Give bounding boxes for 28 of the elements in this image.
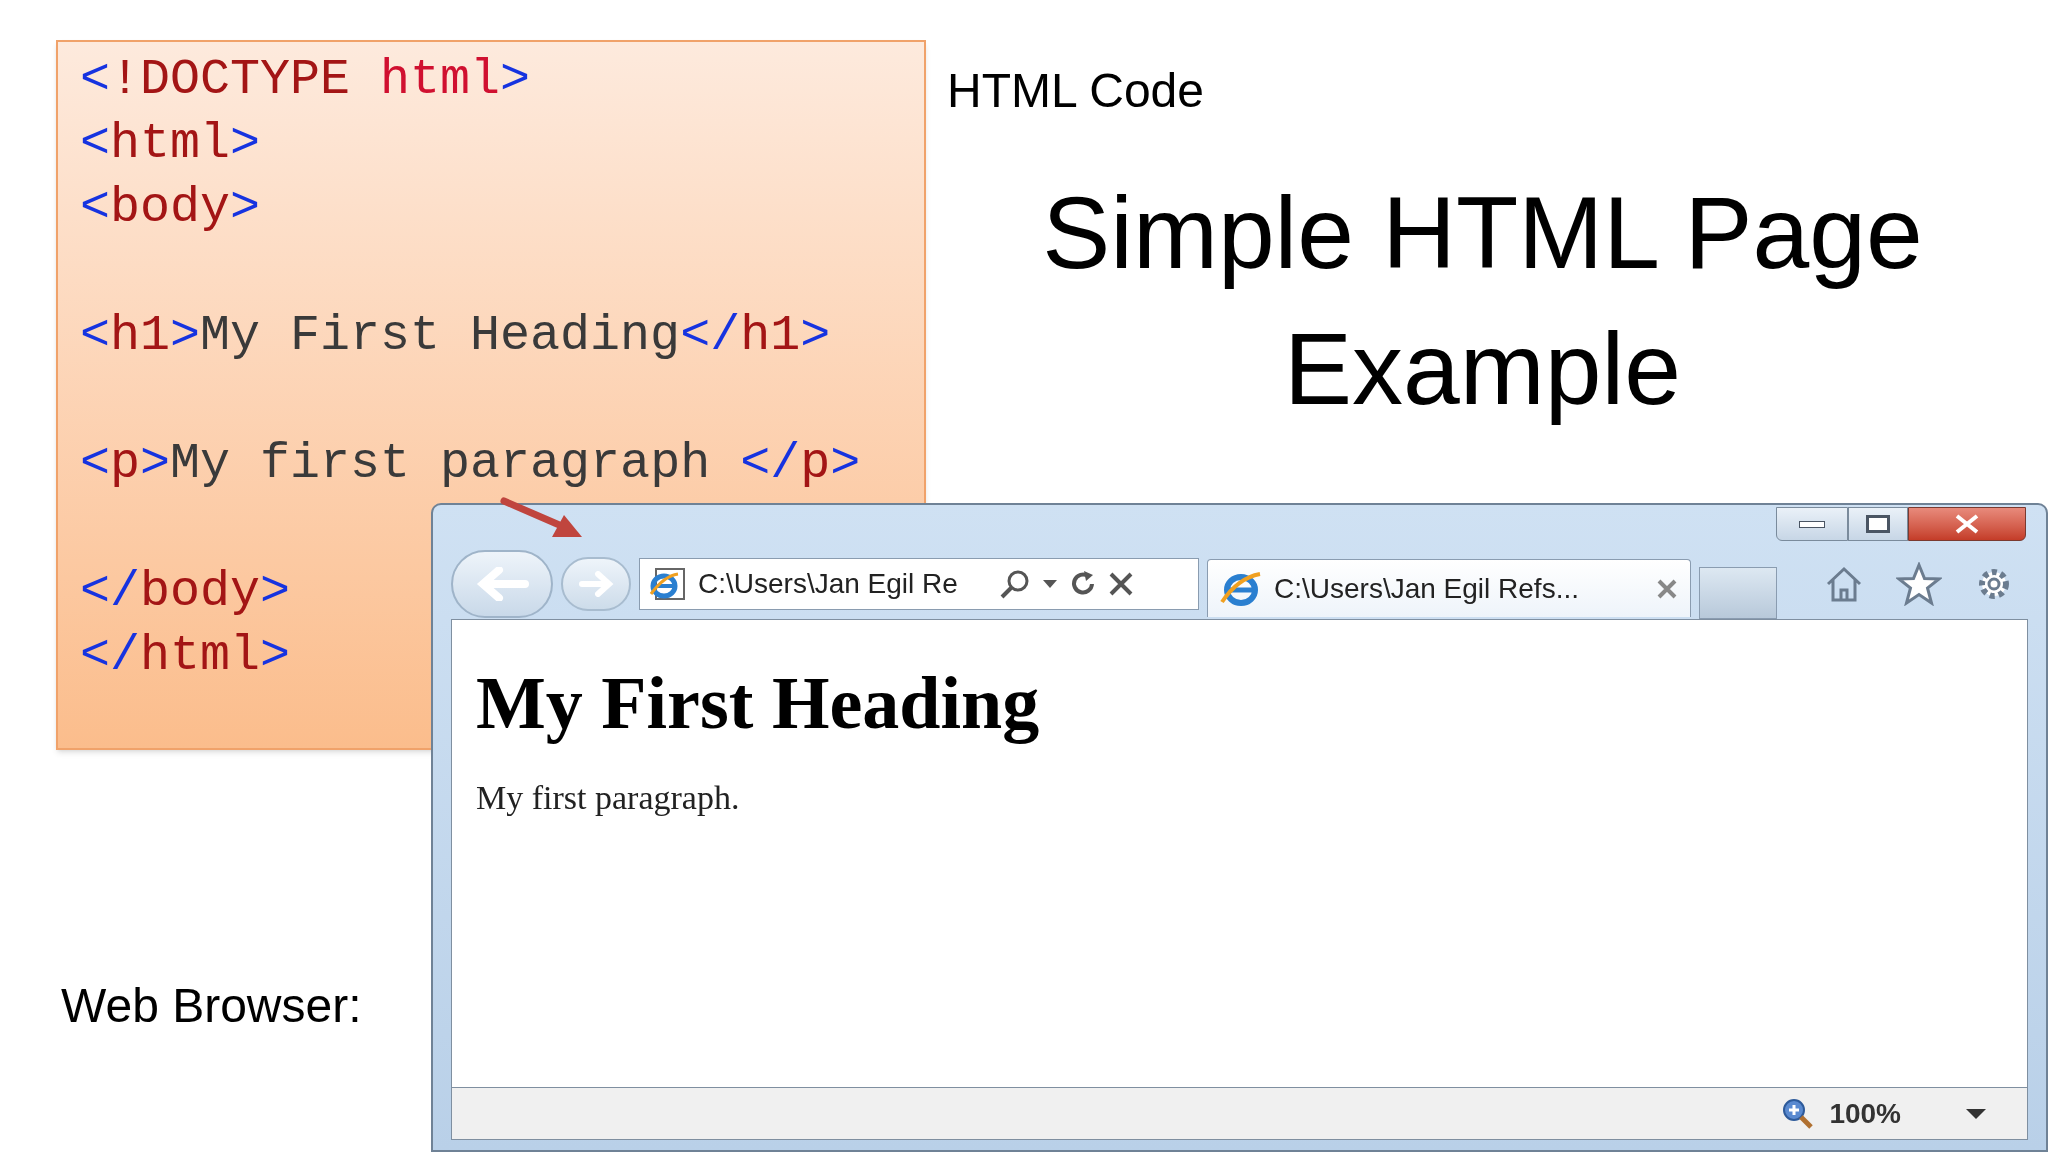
stop-icon[interactable] [1108, 571, 1134, 597]
code-line: </html> [80, 626, 291, 686]
code-line: <p>My first paragraph </p> [80, 434, 861, 494]
page-heading: My First Heading [476, 661, 1041, 746]
caret-icon[interactable] [1965, 1107, 1987, 1120]
code-line: <html> [80, 114, 261, 174]
code-line: </body> [80, 562, 291, 622]
close-icon [1953, 514, 1981, 534]
arrow-left-icon [475, 567, 529, 601]
page-paragraph: My first paragraph. [476, 778, 741, 818]
address-bar[interactable]: C:\Users\Jan Egil Re [639, 558, 1199, 610]
caret-icon[interactable] [1042, 579, 1058, 589]
zoom-level[interactable]: 100% [1829, 1092, 1901, 1135]
arrow-right-icon [578, 571, 614, 597]
page-icon [648, 566, 688, 602]
globe-icon [1220, 569, 1262, 608]
close-button[interactable] [1908, 507, 2026, 541]
star-icon[interactable] [1896, 562, 1942, 606]
maximize-button[interactable] [1848, 507, 1908, 541]
code-line: <body> [80, 178, 261, 238]
browser-tab[interactable]: C:\Users\Jan Egil Refs... [1207, 559, 1691, 617]
minimize-button[interactable] [1776, 507, 1848, 541]
code-line: <!DOCTYPE html> [80, 50, 531, 110]
code-line: <h1>My First Heading</h1> [80, 306, 831, 366]
caption: Web Browser: [61, 978, 362, 1034]
caption: HTML Code [947, 63, 1204, 119]
slide-title: Simple HTML Page Example [1041, 175, 1924, 428]
close-icon[interactable] [1656, 577, 1678, 600]
